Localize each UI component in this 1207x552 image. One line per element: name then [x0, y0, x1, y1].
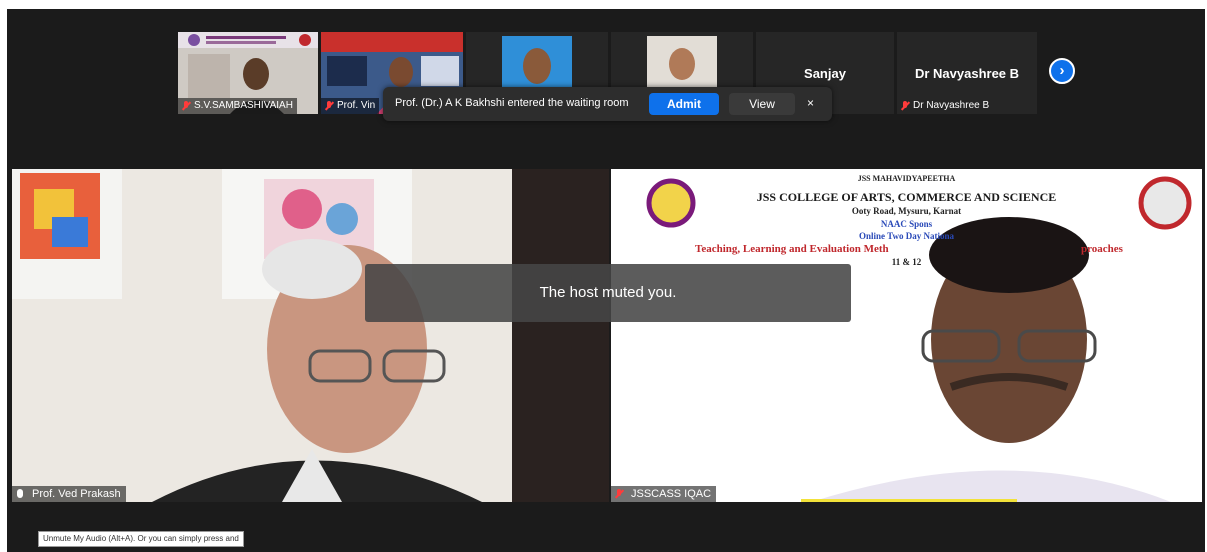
banner-line-6b: proaches	[1081, 243, 1123, 255]
thumbnail-participant-navyashree[interactable]: Dr Navyashree B Dr Navyashree B	[897, 32, 1037, 114]
mic-muted-icon	[615, 489, 623, 499]
video-tile-jsscass-iqac[interactable]: JSS MAHAVIDYAPEETHA JSS COLLEGE OF ARTS,…	[611, 169, 1202, 502]
mic-icon	[17, 489, 23, 498]
zoom-meeting-window: S.V.SAMBASHIVAIAH Prof. Vin Sanjay Dr Na…	[7, 9, 1205, 552]
participant-name: JSSCASS IQAC	[631, 488, 712, 500]
mic-muted-icon	[901, 101, 909, 111]
view-button[interactable]: View	[729, 93, 795, 115]
unmute-tooltip: Unmute My Audio (Alt+A). Or you can simp…	[38, 531, 244, 547]
banner-line-2: JSS COLLEGE OF ARTS, COMMERCE AND SCIENC…	[756, 190, 1057, 204]
video-tile-ved-prakash[interactable]: Prof. Ved Prakash	[12, 169, 609, 502]
participant-name: Prof. Ved Prakash	[32, 488, 121, 500]
participant-name-center: Dr Navyashree B	[914, 66, 1020, 81]
mic-muted-icon	[325, 101, 333, 111]
participant-name-label: Prof. Ved Prakash	[12, 486, 126, 502]
participant-name: S.V.SAMBASHIVAIAH	[194, 100, 293, 111]
participant-name-label: Dr Navyashree B	[897, 98, 993, 114]
thumbnail-participant-1[interactable]: S.V.SAMBASHIVAIAH	[178, 32, 318, 114]
participant-name: Dr Navyashree B	[913, 100, 990, 111]
banner-line-5: Online Two Day Nationa	[859, 231, 954, 241]
admit-button[interactable]: Admit	[649, 93, 719, 115]
participant-name-label: JSSCASS IQAC	[611, 486, 717, 502]
host-muted-toast: The host muted you.	[365, 264, 851, 322]
waiting-room-notification: Prof. (Dr.) A K Bakhshi entered the wait…	[383, 87, 832, 121]
participant-name: Prof. Vin	[337, 100, 376, 111]
banner-line-4: NAAC Spons	[880, 219, 933, 229]
banner-line-1: JSS MAHAVIDYAPEETHA	[857, 174, 956, 183]
participant-video	[12, 169, 609, 502]
notification-text: Prof. (Dr.) A K Bakhshi entered the wait…	[395, 97, 629, 109]
banner-line-6: Teaching, Learning and Evaluation Meth	[695, 243, 889, 255]
participant-name-label: S.V.SAMBASHIVAIAH	[178, 98, 297, 114]
next-page-arrow-icon[interactable]: ›	[1049, 58, 1075, 84]
mic-muted-icon	[182, 101, 190, 111]
participant-name-label: Prof. Vin	[321, 98, 380, 114]
participant-name-center: Sanjay	[804, 66, 846, 81]
close-icon[interactable]: ×	[807, 96, 814, 110]
banner-line-3: Ooty Road, Mysuru, Karnat	[851, 206, 962, 216]
